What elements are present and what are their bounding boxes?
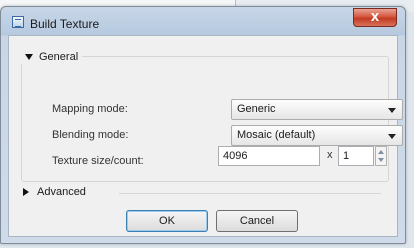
advanced-divider (119, 193, 381, 194)
advanced-section-title: Advanced (37, 186, 86, 198)
general-section-title: General (39, 51, 79, 63)
blending-mode-value: Mosaic (default) (237, 129, 316, 141)
advanced-section-toggle[interactable]: Advanced (23, 186, 86, 198)
mapping-mode-select[interactable]: Generic (231, 99, 403, 120)
close-button[interactable]: X (353, 8, 397, 27)
spin-up-icon[interactable] (378, 150, 384, 154)
spin-down-icon[interactable] (378, 158, 384, 162)
title-bar[interactable]: Build Texture X (1, 7, 405, 35)
chevron-down-icon (388, 108, 396, 113)
window-title: Build Texture (30, 17, 100, 31)
blending-mode-select[interactable]: Mosaic (default) (231, 125, 403, 146)
chevron-down-icon (388, 134, 396, 139)
triangle-down-icon (25, 54, 33, 60)
mapping-mode-label: Mapping mode: (52, 103, 128, 115)
ok-button[interactable]: OK (126, 210, 208, 232)
texture-size-input[interactable]: 4096 (218, 146, 320, 166)
general-section-toggle[interactable]: General (21, 50, 83, 64)
texture-size-label: Texture size/count: (52, 155, 144, 167)
texture-count-input[interactable]: 1 (338, 146, 374, 166)
close-icon: X (370, 11, 380, 24)
triangle-right-icon (23, 188, 29, 196)
dialog-content: Mapping mode: Generic Blending mode: Mos… (8, 35, 403, 237)
blending-mode-label: Blending mode: (52, 129, 129, 141)
cancel-button[interactable]: Cancel (216, 210, 298, 232)
app-window-icon (12, 16, 24, 28)
mapping-mode-value: Generic (237, 103, 276, 115)
general-group: Mapping mode: Generic Blending mode: Mos… (21, 56, 403, 182)
texture-count-spinner[interactable] (375, 146, 387, 166)
times-symbol: x (327, 149, 333, 161)
build-texture-dialog: Build Texture X Mapping mode: Generic Bl… (0, 6, 406, 244)
